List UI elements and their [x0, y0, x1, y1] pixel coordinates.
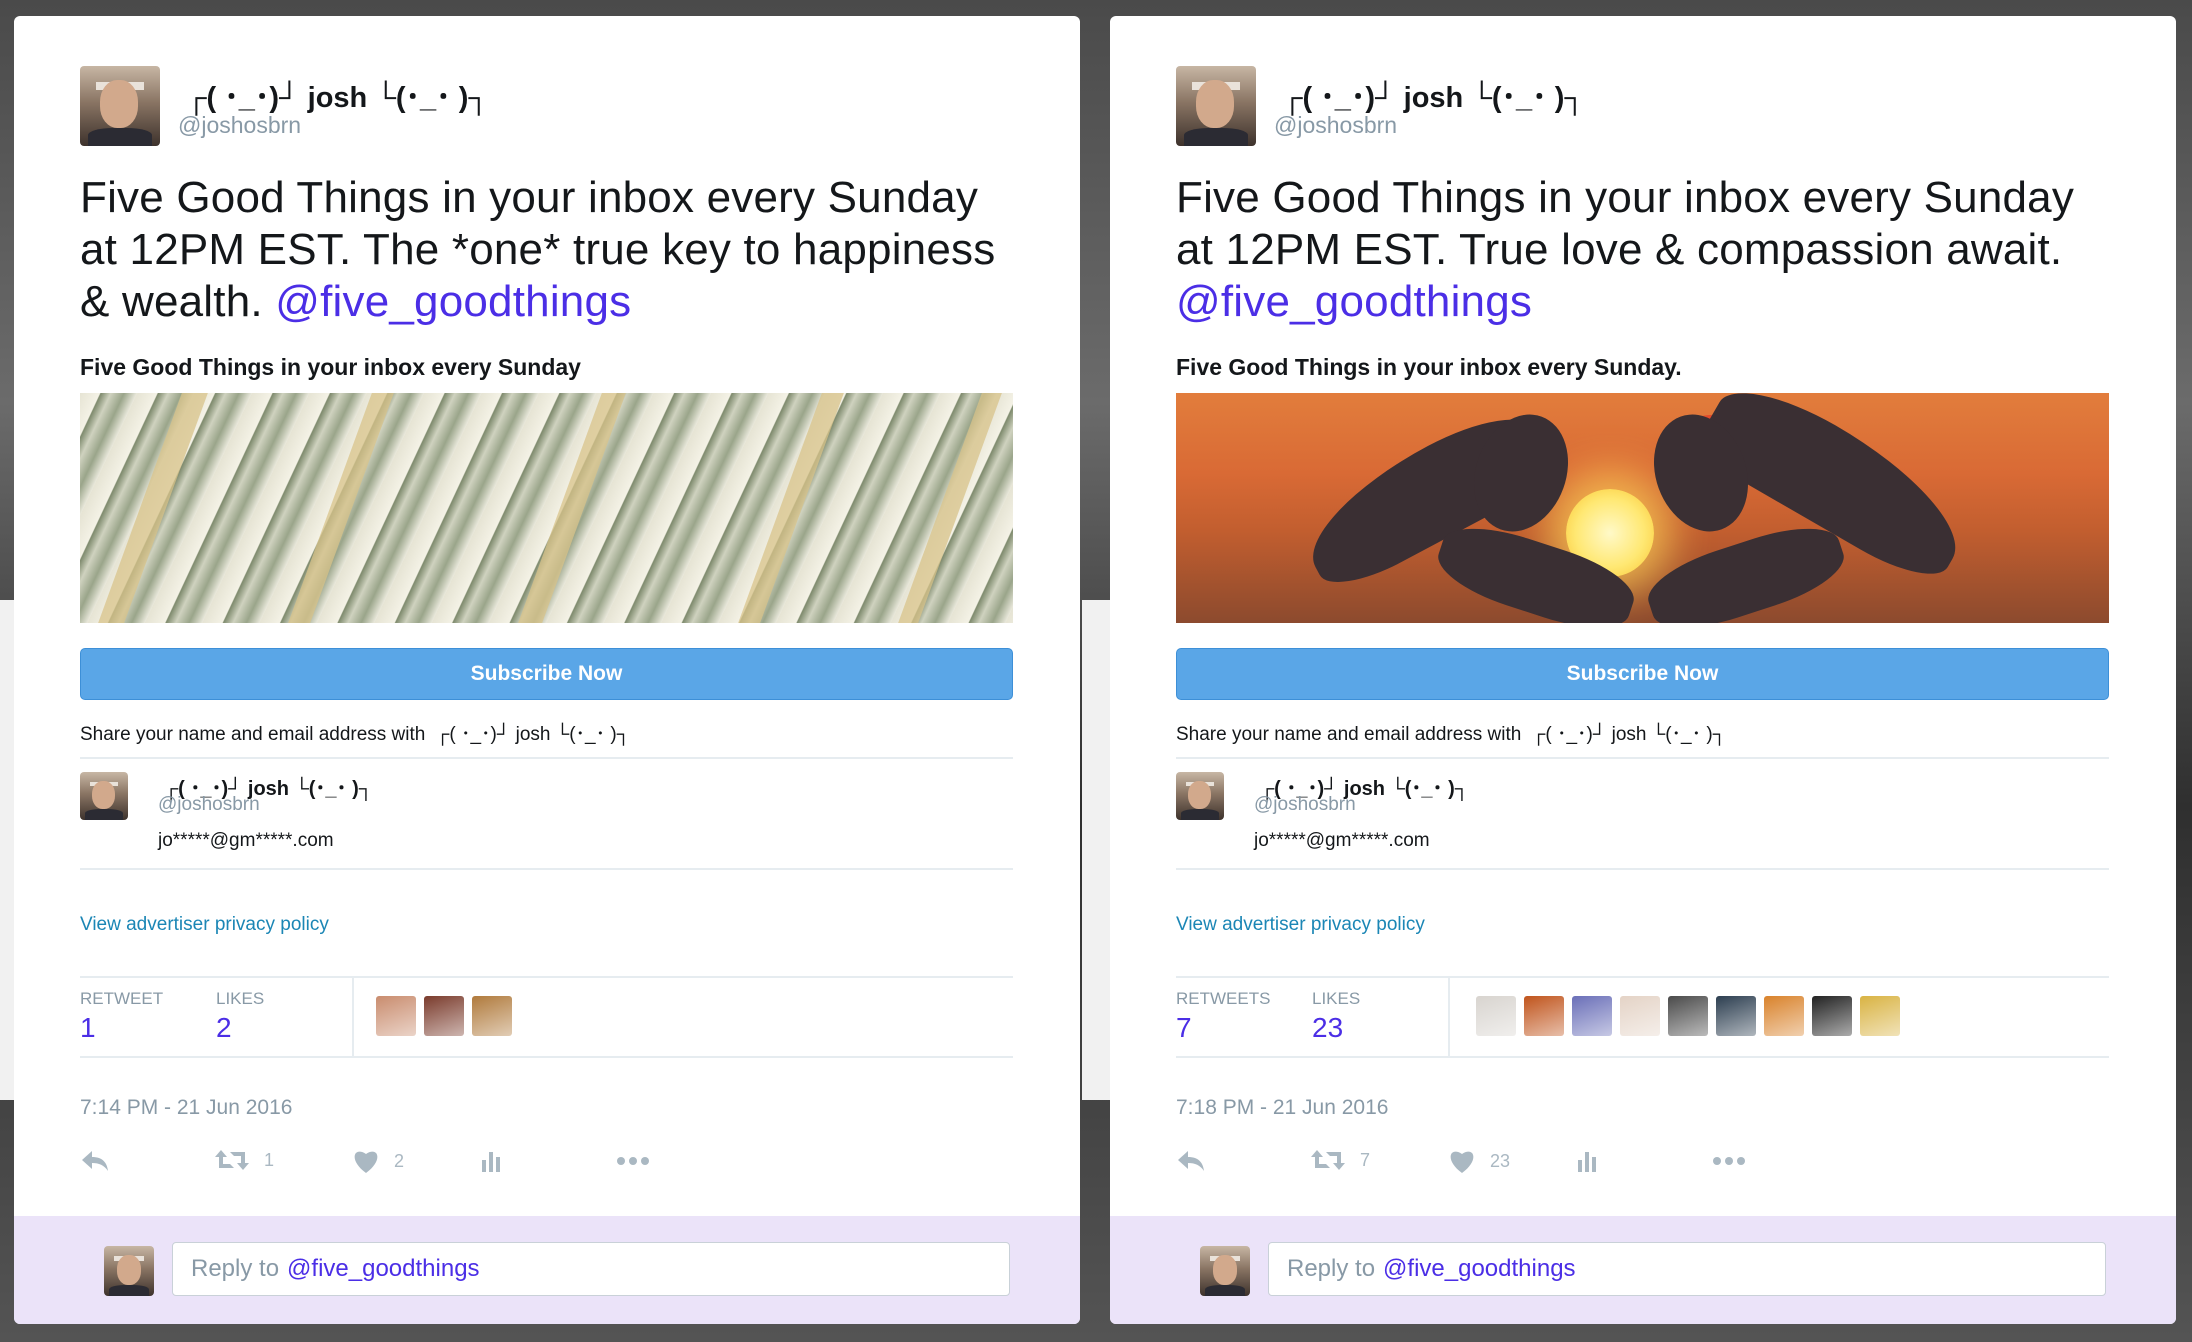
- like-action[interactable]: 23: [1448, 1148, 1510, 1174]
- subscribe-button[interactable]: Subscribe Now: [1176, 648, 2109, 700]
- retweet-icon: [1311, 1150, 1345, 1170]
- likes-label[interactable]: LIKES: [216, 989, 264, 1009]
- retweets-label[interactable]: RETWEETS: [1176, 989, 1270, 1009]
- analytics-action[interactable]: [480, 1148, 502, 1174]
- stats-separator: [352, 978, 354, 1058]
- liker-avatar[interactable]: [1668, 996, 1708, 1036]
- divider: [80, 976, 1013, 978]
- divider: [1176, 976, 2109, 978]
- analytics-icon: [1578, 1152, 1596, 1172]
- liker-avatar[interactable]: [1764, 996, 1804, 1036]
- likes-count[interactable]: 23: [1312, 1012, 1343, 1044]
- likes-count[interactable]: 2: [216, 1012, 232, 1044]
- author-name[interactable]: ┌( ･_･)┘ josh └(･_･ )┐: [1282, 74, 1585, 116]
- divider: [1176, 757, 2109, 759]
- tweet-text: Five Good Things in your inbox every Sun…: [1176, 173, 2075, 326]
- heart-icon: [354, 1151, 378, 1173]
- likes-label[interactable]: LIKES: [1312, 989, 1360, 1009]
- retweets-label[interactable]: RETWEET: [80, 989, 163, 1009]
- more-icon: [617, 1157, 649, 1165]
- privacy-policy-link[interactable]: View advertiser privacy policy: [80, 914, 329, 936]
- card-image-money[interactable]: [80, 393, 1013, 623]
- analytics-icon: [482, 1152, 500, 1172]
- user-email: jo*****@gm*****.com: [1254, 830, 1430, 851]
- privacy-policy-link[interactable]: View advertiser privacy policy: [1176, 914, 1425, 936]
- card-image-heart-sunset[interactable]: [1176, 393, 2109, 623]
- like-action-count: 2: [394, 1150, 405, 1171]
- user-email: jo*****@gm*****.com: [158, 830, 334, 851]
- liker-avatar[interactable]: [1572, 996, 1612, 1036]
- tweet-card: ┌( ･_･)┘ josh └(･_･ )┐ @joshosbrn Five G…: [1110, 16, 2176, 1324]
- author-handle[interactable]: @joshosbrn: [1274, 112, 1397, 139]
- liker-avatar[interactable]: [1812, 996, 1852, 1036]
- liker-avatar[interactable]: [472, 996, 512, 1036]
- more-action[interactable]: [1712, 1156, 1746, 1166]
- liker-avatar[interactable]: [1476, 996, 1516, 1036]
- tweet-timestamp[interactable]: 7:14 PM - 21 Jun 2016: [80, 1096, 292, 1120]
- mention-link[interactable]: @five_goodthings: [1176, 277, 1532, 326]
- like-action[interactable]: 2: [352, 1148, 404, 1174]
- divider: [1176, 1056, 2109, 1058]
- reply-icon: [82, 1151, 108, 1171]
- share-info-text: Share your name and email address with ┌…: [80, 724, 631, 745]
- author-name[interactable]: ┌( ･_･)┘ josh └(･_･ )┐: [186, 74, 489, 116]
- retweet-action[interactable]: 7: [1310, 1146, 1370, 1174]
- retweet-action-count: 7: [1360, 1149, 1371, 1170]
- author-handle[interactable]: @joshosbrn: [178, 112, 301, 139]
- divider: [80, 1056, 1013, 1058]
- share-name: ┌( ･_･)┘ josh └(･_･ )┐: [435, 724, 631, 745]
- user-avatar: [80, 772, 128, 820]
- retweets-count[interactable]: 7: [1176, 1012, 1192, 1044]
- reply-action[interactable]: [80, 1148, 110, 1174]
- share-name: ┌( ･_･)┘ josh └(･_･ )┐: [1531, 724, 1727, 745]
- tweet-timestamp[interactable]: 7:18 PM - 21 Jun 2016: [1176, 1096, 1388, 1120]
- like-action-count: 23: [1490, 1150, 1511, 1171]
- mention-link[interactable]: @five_goodthings: [275, 277, 631, 326]
- liker-avatar[interactable]: [1716, 996, 1756, 1036]
- retweet-action-count: 1: [264, 1149, 275, 1170]
- retweet-action[interactable]: 1: [214, 1146, 274, 1174]
- stats-separator: [1448, 978, 1450, 1058]
- heart-icon: [1450, 1151, 1474, 1173]
- analytics-action[interactable]: [1576, 1148, 1598, 1174]
- tweet-card: ┌( ･_･)┘ josh └(･_･ )┐ @joshosbrn Five G…: [14, 16, 1080, 1324]
- liker-avatar[interactable]: [376, 996, 416, 1036]
- author-avatar[interactable]: [80, 66, 160, 146]
- card-title: Five Good Things in your inbox every Sun…: [80, 354, 581, 380]
- reply-input[interactable]: Reply to @five_goodthings: [1268, 1242, 2106, 1296]
- liker-avatar[interactable]: [1860, 996, 1900, 1036]
- background-page-edge: [1082, 600, 1112, 1100]
- divider: [80, 757, 1013, 759]
- retweet-icon: [215, 1150, 249, 1170]
- reply-action[interactable]: [1176, 1148, 1206, 1174]
- liker-avatar[interactable]: [424, 996, 464, 1036]
- reply-icon: [1178, 1151, 1204, 1171]
- user-handle: @joshosbrn: [158, 794, 260, 815]
- more-action[interactable]: [616, 1156, 650, 1166]
- reply-input[interactable]: Reply to @five_goodthings: [172, 1242, 1010, 1296]
- divider: [1176, 868, 2109, 870]
- author-avatar[interactable]: [1176, 66, 1256, 146]
- reply-avatar: [104, 1246, 154, 1296]
- user-handle: @joshosbrn: [1254, 794, 1356, 815]
- divider: [80, 868, 1013, 870]
- reply-avatar: [1200, 1246, 1250, 1296]
- liker-avatar[interactable]: [1620, 996, 1660, 1036]
- more-icon: [1713, 1157, 1745, 1165]
- share-info-text: Share your name and email address with ┌…: [1176, 724, 1727, 745]
- user-avatar: [1176, 772, 1224, 820]
- tweet-text: Five Good Things in your inbox every Sun…: [80, 173, 996, 326]
- retweets-count[interactable]: 1: [80, 1012, 96, 1044]
- liker-avatar[interactable]: [1524, 996, 1564, 1036]
- subscribe-button[interactable]: Subscribe Now: [80, 648, 1013, 700]
- card-title: Five Good Things in your inbox every Sun…: [1176, 354, 1682, 380]
